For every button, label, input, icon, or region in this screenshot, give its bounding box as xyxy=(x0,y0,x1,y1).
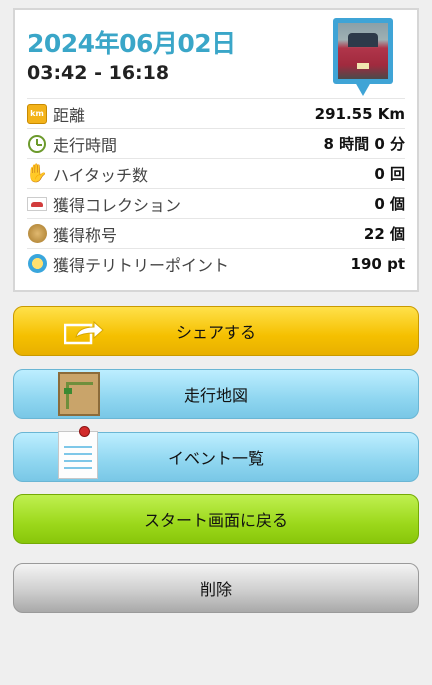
car-photo xyxy=(338,23,388,79)
map-icon xyxy=(58,372,100,416)
stat-value: 291.55 Km xyxy=(314,104,405,123)
hand-icon: ✋ xyxy=(25,163,49,184)
share-button[interactable]: シェアする xyxy=(13,306,419,356)
drive-map-button-label: 走行地図 xyxy=(183,386,248,405)
stat-label: ハイタッチ数 xyxy=(53,165,149,185)
share-arrow-icon xyxy=(64,320,104,345)
delete-button-label: 削除 xyxy=(199,580,232,599)
pushpin-icon xyxy=(79,426,90,437)
car-icon xyxy=(27,196,47,211)
stat-row-distance: km 距離 291.55 Km xyxy=(27,98,405,128)
stat-value: 0 回 xyxy=(374,165,405,183)
stat-label: 獲得称号 xyxy=(53,225,118,245)
back-to-start-button[interactable]: スタート画面に戻る xyxy=(13,494,419,544)
stat-row-collection: 獲得コレクション 0 個 xyxy=(27,188,405,218)
delete-button[interactable]: 削除 xyxy=(13,563,419,613)
event-list-button-label: イベント一覧 xyxy=(167,449,264,468)
stat-label: 走行時間 xyxy=(53,135,118,155)
km-icon: km xyxy=(27,103,47,124)
share-button-label: シェアする xyxy=(175,323,256,342)
stat-row-high-touch: ✋ ハイタッチ数 0 回 xyxy=(25,158,405,188)
medal-icon xyxy=(27,224,47,243)
stat-label: 獲得テリトリーポイント xyxy=(53,255,230,275)
clock-icon xyxy=(28,134,46,153)
stat-value: 190 pt xyxy=(350,254,405,273)
spot-icon xyxy=(27,254,47,273)
stat-row-titles: 獲得称号 22 個 xyxy=(27,218,405,248)
stat-value: 8 時間 0 分 xyxy=(323,135,405,153)
event-list-button[interactable]: イベント一覧 xyxy=(13,426,419,482)
vehicle-photo-thumbnail[interactable] xyxy=(333,18,393,102)
event-list-icon xyxy=(58,426,98,479)
trip-summary-card: 2024年06月02日 03:42 - 16:18 km 距離 291.55 K… xyxy=(13,8,419,292)
photo-frame xyxy=(333,18,393,84)
stat-value: 22 個 xyxy=(363,225,405,243)
back-to-start-button-label: スタート画面に戻る xyxy=(143,511,288,530)
stat-row-territory: 獲得テリトリーポイント 190 pt xyxy=(27,248,405,278)
trip-time-range: 03:42 - 16:18 xyxy=(27,62,170,84)
drive-map-button[interactable]: 走行地図 xyxy=(13,369,419,419)
stat-value: 0 個 xyxy=(374,195,405,213)
stat-row-drive-time: 走行時間 8 時間 0 分 xyxy=(27,128,405,158)
stat-label: 距離 xyxy=(53,105,86,125)
stat-label: 獲得コレクション xyxy=(53,195,182,215)
stats-list: km 距離 291.55 Km 走行時間 8 時間 0 分 ✋ ハイタッチ数 0… xyxy=(25,98,405,278)
map-pin-pointer-icon xyxy=(355,82,371,96)
trip-date: 2024年06月02日 xyxy=(27,29,236,58)
